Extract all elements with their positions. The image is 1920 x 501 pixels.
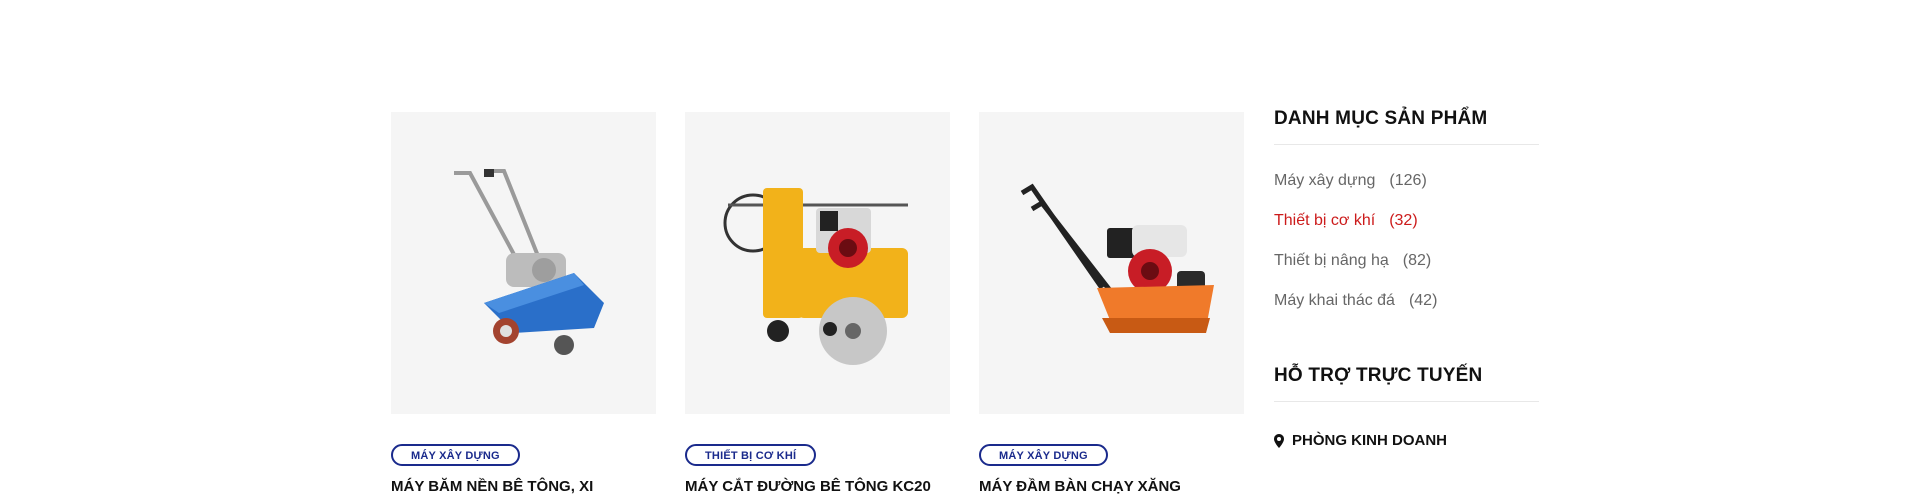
plate-compactor-image [1020, 183, 1214, 333]
category-count: (42) [1408, 292, 1438, 309]
map-pin-icon [1274, 433, 1284, 448]
product-image[interactable] [979, 112, 1244, 414]
category-count: (126) [1389, 172, 1427, 189]
product-category-tag[interactable]: MÁY XÂY DỰNG [979, 444, 1108, 466]
product-card[interactable]: THIẾT BỊ CƠ KHÍ MÁY CẮT ĐƯỜNG BÊ TÔNG KC… [685, 112, 950, 495]
category-item-thiet-bi-co-khi[interactable]: Thiết bị cơ khí (32) [1274, 211, 1539, 251]
category-label[interactable]: Máy khai thác đá [1274, 292, 1395, 309]
category-count: (82) [1402, 252, 1432, 269]
category-count: (32) [1389, 212, 1418, 229]
product-image[interactable] [391, 112, 656, 414]
support-item-label[interactable]: PHÒNG KINH DOANH [1292, 432, 1447, 449]
product-title[interactable]: MÁY CẮT ĐƯỜNG BÊ TÔNG KC20 [685, 478, 950, 495]
category-label[interactable]: Máy xây dựng [1274, 172, 1375, 189]
product-category-tag[interactable]: MÁY XÂY DỰNG [391, 444, 520, 466]
category-item-thiet-bi-nang-ha[interactable]: Thiết bị nâng hạ (82) [1274, 251, 1539, 291]
concrete-scarifier-image [453, 169, 604, 355]
concrete-road-cutter-image [723, 188, 908, 365]
product-category-tag[interactable]: THIẾT BỊ CƠ KHÍ [685, 444, 817, 466]
product-card[interactable]: MÁY XÂY DỰNG MÁY BĂM NỀN BÊ TÔNG, XI [391, 112, 656, 495]
category-label[interactable]: Thiết bị nâng hạ [1274, 252, 1389, 269]
sidebar: DANH MỤC SẢN PHẨM Máy xây dựng (126) Thiế… [1274, 108, 1539, 449]
category-item-may-xay-dung[interactable]: Máy xây dựng (126) [1274, 171, 1539, 211]
support-item-sales[interactable]: PHÒNG KINH DOANH [1274, 432, 1539, 449]
support-heading: HỖ TRỢ TRỰC TUYẾN [1274, 365, 1539, 402]
product-title[interactable]: MÁY BĂM NỀN BÊ TÔNG, XI [391, 478, 656, 495]
product-image[interactable] [685, 112, 950, 414]
product-card[interactable]: MÁY XÂY DỰNG MÁY ĐẦM BÀN CHẠY XĂNG [979, 112, 1244, 495]
categories-heading: DANH MỤC SẢN PHẨM [1274, 108, 1539, 145]
support-section: HỖ TRỢ TRỰC TUYẾN PHÒNG KINH DOANH [1274, 365, 1539, 449]
product-title[interactable]: MÁY ĐẦM BÀN CHẠY XĂNG [979, 478, 1244, 495]
category-list: Máy xây dựng (126) Thiết bị cơ khí (32) Th… [1274, 171, 1539, 331]
category-label[interactable]: Thiết bị cơ khí [1274, 212, 1375, 229]
category-item-may-khai-thac-da[interactable]: Máy khai thác đá (42) [1274, 291, 1539, 331]
